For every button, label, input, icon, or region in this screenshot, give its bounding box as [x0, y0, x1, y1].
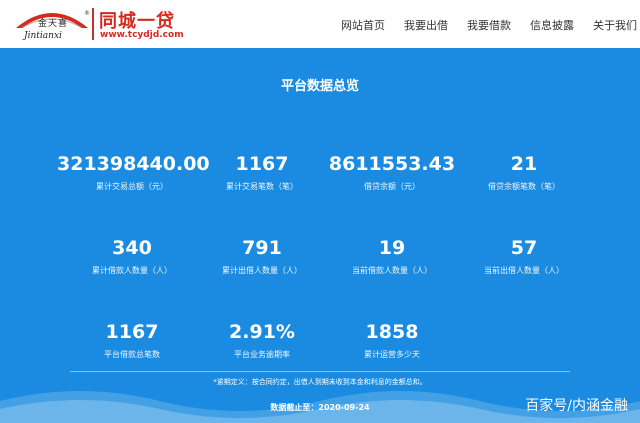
main-nav: 网站首页 我要出借 我要借款 信息披露 关于我们: [0, 17, 640, 33]
stat-label: 累计运营多少天: [364, 350, 420, 359]
logo-registered-mark: ®: [84, 10, 90, 17]
stat-loan-balance-count: 21 借贷余额笔数（笔）: [449, 153, 599, 192]
as-of-date: 2020-09-24: [318, 403, 370, 412]
nav-item-home[interactable]: 网站首页: [341, 17, 385, 33]
stat-total-transaction-amount: 321398440.00 累计交易总额（元）: [57, 153, 210, 192]
stat-total-lenders: 791 累计出借人数量（人）: [187, 237, 337, 276]
stat-label: 平台业务逾期率: [234, 350, 290, 359]
stat-total-loan-count: 1167 平台借款总笔数: [57, 321, 207, 360]
stat-value: 1167: [235, 153, 289, 175]
stat-value: 321398440.00: [57, 153, 210, 175]
stat-label: 平台借款总笔数: [104, 350, 160, 359]
nav-item-disclosure[interactable]: 信息披露: [530, 17, 574, 33]
stat-value: 1858: [365, 321, 419, 343]
stat-value: 340: [112, 237, 152, 259]
as-of-label: 数据截止至：: [270, 403, 319, 412]
stat-value: 57: [510, 237, 538, 259]
stat-label: 累计出借人数量（人）: [222, 266, 302, 275]
stat-value: 21: [510, 153, 538, 175]
stat-value: 2.91%: [229, 321, 295, 343]
stat-value: 8611553.43: [328, 153, 456, 175]
stat-label: 借贷余额（元）: [364, 182, 420, 191]
stat-overdue-rate: 2.91% 平台业务逾期率: [187, 321, 337, 360]
stat-value: 791: [242, 237, 282, 259]
stat-label: 当前出借人数量（人）: [484, 266, 564, 275]
stat-total-borrowers: 340 累计借款人数量（人）: [57, 237, 207, 276]
stat-label: 累计借款人数量（人）: [92, 266, 172, 275]
stat-label: 累计交易笔数（笔）: [226, 182, 298, 191]
stat-value: 19: [378, 237, 406, 259]
nav-item-borrow[interactable]: 我要借款: [467, 17, 511, 33]
overview-title: 平台数据总览: [280, 79, 359, 94]
stat-total-transaction-count: 1167 累计交易笔数（笔）: [187, 153, 337, 192]
site-header: 金天喜 ® Jintianxi 同城一贷 www.tcydjd.com 网站首页…: [0, 0, 640, 48]
watermark: 百家号/内涵金融: [525, 398, 628, 414]
stat-current-lenders: 57 当前出借人数量（人）: [449, 237, 599, 276]
stat-operating-days: 1858 累计运营多少天: [317, 321, 467, 360]
stat-label: 借贷余额笔数（笔）: [488, 182, 560, 191]
nav-item-lend[interactable]: 我要出借: [404, 17, 448, 33]
stat-label: 累计交易总额（元）: [96, 182, 168, 191]
stat-label: 当前借款人数量（人）: [352, 266, 432, 275]
stat-value: 1167: [105, 321, 159, 343]
stat-current-borrowers: 19 当前借款人数量（人）: [317, 237, 467, 276]
stat-loan-balance: 8611553.43 借贷余额（元）: [317, 153, 467, 192]
nav-item-about[interactable]: 关于我们: [593, 17, 637, 33]
